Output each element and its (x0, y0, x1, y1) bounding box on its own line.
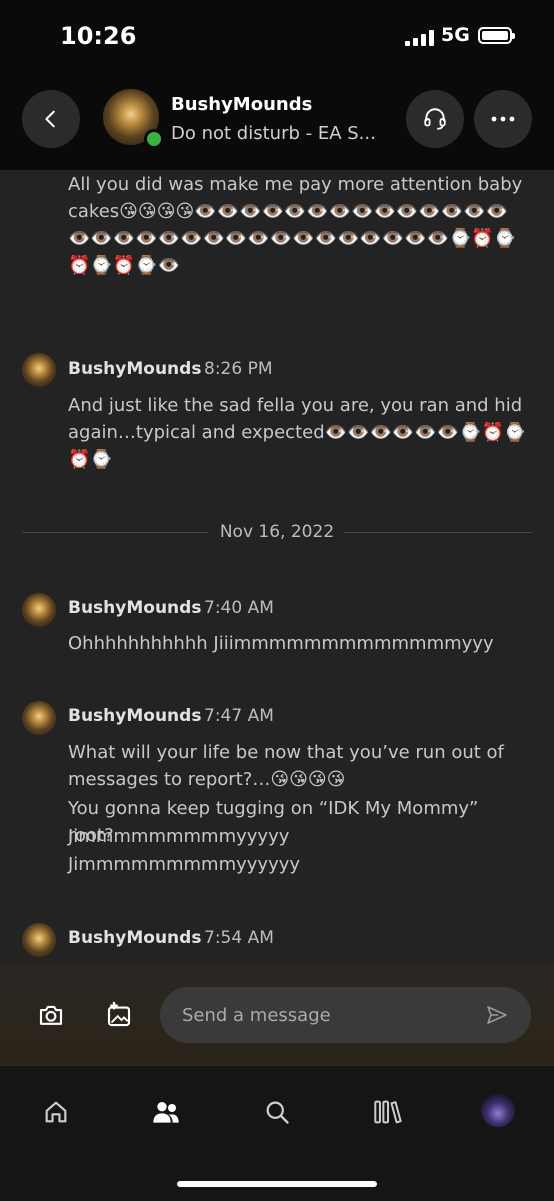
more-horizontal-icon (491, 116, 515, 122)
sender-avatar[interactable] (22, 353, 56, 387)
message-time: 7:40 AM (204, 598, 274, 618)
camera-icon[interactable] (36, 1000, 66, 1030)
message-time: 7:47 AM (204, 706, 274, 726)
friends-icon (153, 1102, 179, 1123)
message-text: All you did was make me pay more attenti… (68, 174, 523, 276)
send-icon[interactable] (485, 1003, 509, 1027)
message-text: And just like the sad fella you are, you… (68, 395, 527, 470)
message-composer: Send a message (0, 963, 554, 1065)
status-time: 10:26 (60, 22, 137, 50)
home-icon (45, 1101, 67, 1123)
battery-icon (478, 27, 515, 44)
nav-search[interactable] (257, 1092, 297, 1132)
back-button[interactable] (22, 90, 80, 148)
chevron-left-icon (45, 110, 55, 128)
search-icon (266, 1101, 289, 1124)
message-text: Ohhhhhhhhhhh Jiiimmmmmmmmmmmmmyyy (68, 633, 494, 654)
voice-chat-button[interactable] (406, 90, 464, 148)
sender-avatar[interactable] (22, 593, 56, 627)
message-text: Jimmmmmmmmmyyyyy (68, 826, 290, 847)
chat-header: BushyMounds Do not disturb - EA S... (0, 76, 554, 170)
message-text: Jimmmmmmmmmyyyyyy (68, 854, 301, 875)
nav-social[interactable] (146, 1092, 186, 1132)
presence-indicator (144, 129, 164, 149)
nav-home[interactable] (36, 1092, 76, 1132)
message-input[interactable]: Send a message (160, 987, 531, 1043)
headset-icon (424, 108, 446, 130)
message-input-placeholder: Send a message (182, 1004, 331, 1026)
library-icon (374, 1100, 402, 1124)
add-image-icon[interactable] (104, 1000, 134, 1030)
sender-name[interactable]: BushyMounds (68, 928, 201, 948)
status-bar: 10:26 5G (0, 0, 554, 76)
sender-avatar[interactable] (22, 923, 56, 957)
message-text: What will your life be now that you’ve r… (68, 742, 504, 790)
sender-name[interactable]: BushyMounds (68, 359, 201, 379)
message-time: 8:26 PM (204, 359, 273, 379)
contact-name[interactable]: BushyMounds (171, 94, 312, 115)
more-options-button[interactable] (474, 90, 532, 148)
profile-avatar[interactable] (481, 1093, 515, 1127)
network-type: 5G (441, 24, 470, 46)
signal-icon (405, 30, 435, 46)
contact-status: Do not disturb - EA S... (171, 123, 376, 144)
nav-library[interactable] (368, 1092, 408, 1132)
sender-avatar[interactable] (22, 701, 56, 735)
sender-name[interactable]: BushyMounds (68, 598, 201, 618)
home-indicator (177, 1181, 377, 1187)
message-list[interactable]: All you did was make me pay more attenti… (0, 170, 554, 963)
sender-name[interactable]: BushyMounds (68, 706, 201, 726)
message-time: 7:54 AM (204, 928, 274, 948)
date-divider-line (344, 532, 532, 533)
